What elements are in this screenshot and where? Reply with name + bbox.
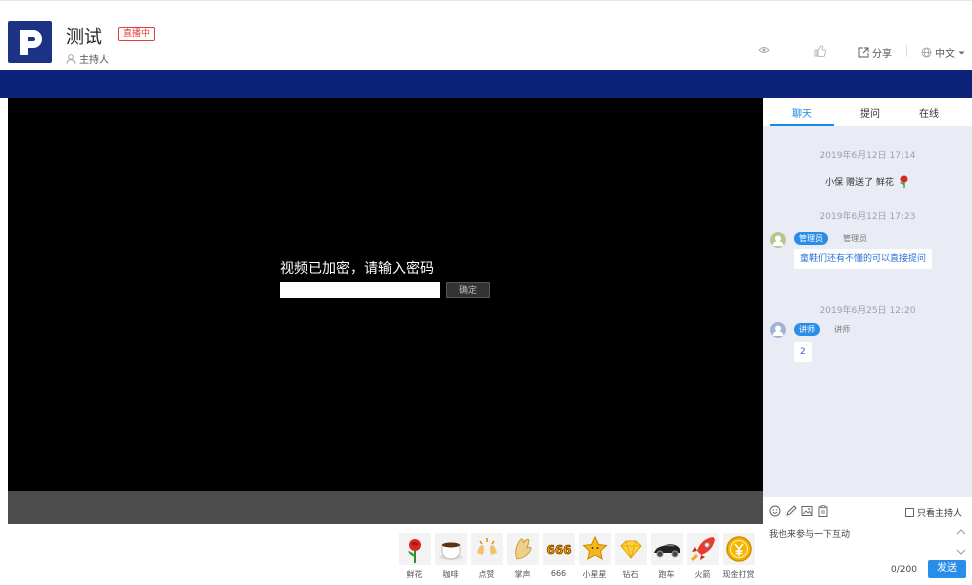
clapping-hands-icon: [506, 533, 539, 565]
active-tab-indicator: [770, 124, 834, 126]
player-controls-bar[interactable]: [8, 491, 763, 524]
character-counter: 0/200: [891, 565, 917, 575]
chat-toolbar: [769, 505, 829, 517]
coin-icon: [722, 533, 755, 565]
gift-item-coffee[interactable]: 咖啡: [434, 533, 467, 583]
star-icon: [578, 533, 611, 565]
globe-icon: [921, 47, 932, 58]
image-icon[interactable]: [801, 505, 813, 517]
rocket-icon: [686, 533, 719, 565]
chat-input-area: 只看主持人 我也来参与一下互动 0/200 发送: [763, 497, 972, 585]
gift-notification: 小保 赠送了 鲜花: [763, 174, 972, 188]
chat-input[interactable]: 我也来参与一下互动: [769, 527, 850, 540]
gift-item-cash-tip[interactable]: 现金打赏: [722, 533, 755, 583]
header-divider: [906, 45, 907, 57]
chat-message-bubble: 2: [794, 342, 812, 362]
rose-icon: [899, 175, 908, 188]
rose-icon: [398, 533, 431, 565]
share-icon: [858, 47, 869, 58]
thumbs-up-icon: [814, 45, 826, 57]
gift-item-rose[interactable]: 鲜花: [398, 533, 431, 583]
666-icon: 666: [542, 533, 575, 565]
pen-icon[interactable]: [785, 505, 797, 517]
gift-item-666[interactable]: 666 666: [542, 533, 575, 583]
sidebar-tabs: 聊天 提问 在线: [763, 98, 972, 126]
chat-input-scrollbar[interactable]: [955, 527, 967, 559]
confirm-button[interactable]: 确定: [446, 282, 490, 298]
live-status-badge: 直播中: [118, 27, 156, 41]
view-count: [758, 45, 770, 55]
message-timestamp: 2019年6月25日 12:20: [819, 306, 916, 316]
only-host-toggle[interactable]: 只看主持人: [905, 506, 962, 519]
language-selector[interactable]: 中文: [921, 45, 965, 60]
gift-item-clapping[interactable]: 掌声: [506, 533, 539, 583]
gift-item-sports-car[interactable]: 跑车: [650, 533, 683, 583]
tab-chat[interactable]: 聊天: [792, 105, 812, 120]
emoji-icon[interactable]: [769, 505, 781, 517]
share-button[interactable]: 分享: [858, 45, 892, 60]
gift-item-star[interactable]: 小星星: [578, 533, 611, 583]
sender-name: 讲师: [834, 325, 850, 334]
password-prompt: 视频已加密，请输入密码: [280, 261, 434, 277]
role-badge-lecturer: 讲师: [794, 323, 820, 336]
tab-questions[interactable]: 提问: [860, 105, 880, 120]
message-timestamp: 2019年6月12日 17:14: [819, 151, 916, 161]
caret-down-icon: [958, 51, 965, 54]
send-button[interactable]: 发送: [928, 560, 966, 578]
message-timestamp: 2019年6月12日 17:23: [819, 212, 916, 222]
gift-bar: 鲜花 咖啡 点赞 掌声 666 666 小星星 钻石 跑车 火箭 现金打赏: [398, 533, 755, 583]
diamond-icon: [614, 533, 647, 565]
avatar: [770, 232, 786, 248]
sports-car-icon: [650, 533, 683, 565]
applause-icon: [470, 533, 503, 565]
gift-item-applause[interactable]: 点赞: [470, 533, 503, 583]
sender-name: 管理员: [843, 234, 867, 243]
eye-icon: [758, 47, 770, 53]
chat-sidebar: 聊天 提问 在线 2019年6月12日 17:14 小保 赠送了 鲜花 2019…: [763, 98, 972, 524]
header: 测试 直播中 主持人 分享 中文: [0, 0, 972, 70]
tab-online[interactable]: 在线: [919, 105, 939, 120]
role-badge-admin: 管理员: [794, 232, 828, 245]
gift-item-rocket[interactable]: 火箭: [686, 533, 719, 583]
avatar: [770, 322, 786, 338]
clipboard-icon[interactable]: [817, 505, 829, 517]
brand-banner: [0, 70, 972, 98]
gift-item-diamond[interactable]: 钻石: [614, 533, 647, 583]
like-button[interactable]: [814, 45, 826, 57]
svg-text:666: 666: [546, 543, 571, 557]
user-avatar-icon: [770, 322, 786, 338]
only-host-label: 只看主持人: [917, 509, 963, 519]
password-input[interactable]: [280, 282, 440, 298]
chat-message-bubble: 童鞋们还有不懂的可以直接提问: [794, 249, 932, 269]
coffee-icon: [434, 533, 467, 565]
user-avatar-icon: [770, 232, 786, 248]
language-label: 中文: [935, 49, 955, 60]
only-host-checkbox[interactable]: [905, 508, 914, 517]
share-label: 分享: [872, 49, 892, 60]
video-player[interactable]: 视频已加密，请输入密码 确定: [8, 98, 763, 491]
gift-notification-text: 小保 赠送了 鲜花: [825, 177, 894, 188]
